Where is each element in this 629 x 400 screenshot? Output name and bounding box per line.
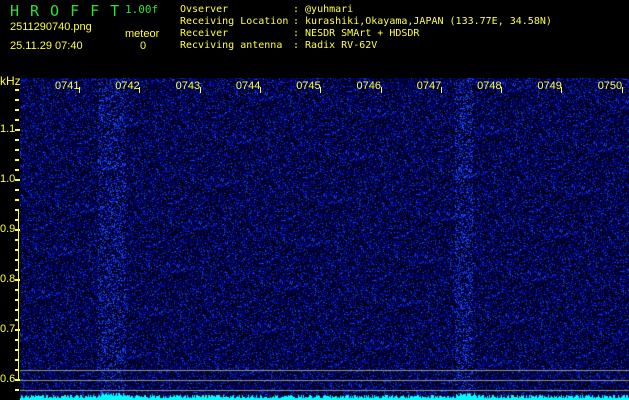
freq-label: 0.8 (0, 273, 16, 285)
info-label: Receiving Location (180, 16, 289, 27)
meteor-label: meteor (125, 28, 160, 40)
minute-label: 0750 (597, 80, 623, 92)
freq-tick (15, 389, 19, 391)
datetime: 25.11.29 07:40 (10, 40, 83, 52)
minute-tick (320, 87, 322, 93)
freq-tick (15, 109, 19, 111)
info-value: : kurashiki,Okayama,JAPAN (133.77E, 34.5… (293, 16, 552, 27)
minute-tick (199, 87, 201, 93)
freq-tick (15, 179, 20, 181)
spectrogram (20, 78, 629, 400)
info-value: : NESDR SMArt + HDSDR (293, 28, 420, 39)
freq-label: 0.7 (0, 323, 16, 335)
freq-tick (15, 159, 19, 161)
minute-tick (380, 87, 382, 93)
freq-tick (15, 149, 19, 151)
minute-label: 0747 (416, 80, 442, 92)
freq-label: 1.0 (0, 173, 16, 185)
version: 1.00f (125, 3, 159, 16)
meteor-count: 0 (140, 40, 147, 52)
filename: 2511290740.png (10, 21, 92, 33)
minute-label: 0748 (477, 80, 502, 92)
minute-label: 0749 (537, 80, 562, 92)
minute-tick (259, 87, 261, 93)
minute-tick (621, 87, 623, 93)
freq-tick (15, 89, 19, 91)
minute-tick (501, 87, 503, 93)
freq-label: 0.6 (0, 373, 16, 385)
freq-tick (15, 99, 19, 101)
level-marker (18, 210, 19, 380)
freq-tick (15, 189, 19, 191)
freq-label: 0.9 (0, 223, 16, 235)
freq-tick (15, 199, 19, 201)
info-value: : @yuhmari (293, 4, 354, 15)
freq-tick (15, 129, 20, 131)
minute-label: 0745 (296, 80, 321, 92)
info-label: Ovserver (180, 4, 229, 15)
unit-label: kHz (0, 74, 21, 88)
app-title: HROFFT (10, 2, 131, 20)
info-label: Receiver (180, 28, 229, 39)
minute-tick (139, 87, 141, 93)
minute-tick (561, 87, 563, 93)
freq-tick (15, 139, 19, 141)
freq-tick (15, 119, 19, 121)
minute-label: 0742 (115, 80, 140, 92)
minute-label: 0746 (356, 80, 381, 92)
freq-tick (15, 169, 19, 171)
minute-tick (79, 87, 80, 93)
info-value: : Radix RV-62V (293, 40, 378, 51)
info-label: Recviving antenna (180, 40, 283, 51)
minute-tick (440, 87, 442, 93)
minute-label: 0743 (175, 80, 201, 92)
freq-label: 1.1 (0, 123, 16, 135)
minute-label: 0744 (235, 80, 261, 92)
minute-label: 0741 (55, 80, 80, 92)
